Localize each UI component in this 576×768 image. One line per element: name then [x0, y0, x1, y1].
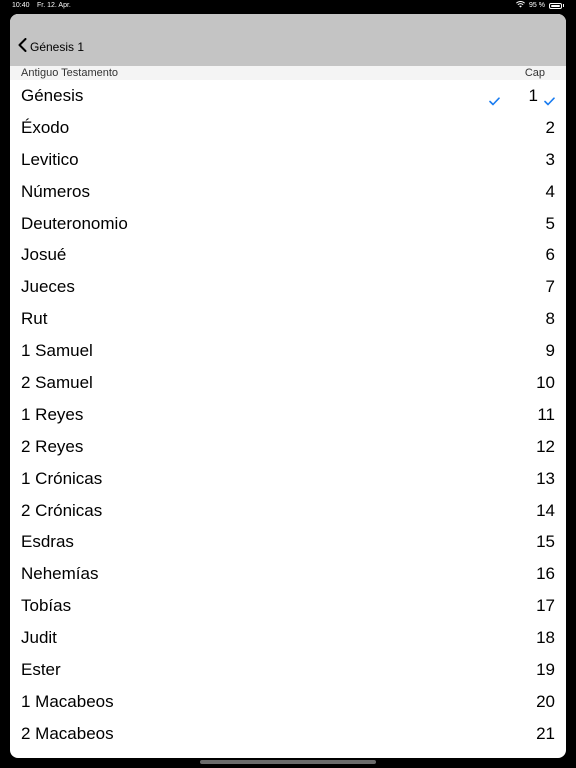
book-row[interactable]: 1 Crónicas 13	[10, 464, 566, 496]
book-name: Números	[21, 181, 90, 201]
section-title: Antiguo Testamento	[21, 67, 119, 79]
chapter-number[interactable]: 16	[536, 564, 555, 584]
chapter-number[interactable]: 13	[536, 469, 555, 489]
chapter-number[interactable]: 21	[536, 724, 555, 744]
book-row[interactable]: Tobías 17	[10, 591, 566, 623]
chapter-number[interactable]: 12	[536, 437, 555, 457]
chapter-number[interactable]: 10	[536, 373, 555, 393]
book-row[interactable]: 1 Macabeos 20	[10, 687, 566, 719]
status-indicators: 95 %	[516, 1, 564, 10]
back-button-label: Génesis 1	[30, 39, 85, 54]
book-name: 2 Macabeos	[21, 723, 114, 743]
chapter-number[interactable]: 19	[536, 660, 555, 680]
book-name: 1 Crónicas	[21, 468, 103, 488]
book-row[interactable]: Levitico 3	[10, 145, 566, 177]
chapter-number[interactable]: 8	[546, 309, 555, 329]
book-row[interactable]: Nehemías 16	[10, 559, 566, 591]
book-row[interactable]: Esdras 15	[10, 527, 566, 559]
chapter-number[interactable]: 3	[546, 150, 555, 170]
book-row[interactable]: Números 4	[10, 177, 566, 209]
chapter-number[interactable]: 9	[546, 341, 555, 361]
chapter-number[interactable]: 15	[536, 532, 555, 552]
status-date: Fr. 12. Apr.	[37, 2, 71, 9]
chapter-number[interactable]: 11	[537, 405, 555, 425]
book-name: 2 Reyes	[21, 436, 84, 456]
status-time: 10:40	[12, 2, 30, 9]
book-row[interactable]: Jueces 7	[10, 272, 566, 304]
chapter-number[interactable]: 17	[536, 596, 555, 616]
book-name: Rut	[21, 309, 48, 329]
book-name: Jueces	[21, 277, 75, 297]
book-name: Éxodo	[21, 117, 70, 137]
book-chapter-sheet: Génesis 1 Antiguo Testamento Cap Génesis…	[10, 14, 566, 758]
home-indicator	[200, 760, 376, 764]
chapter-number[interactable]: 4	[546, 182, 555, 202]
book-row[interactable]: 2 Macabeos 21	[10, 719, 566, 751]
chevron-left-icon	[18, 38, 30, 55]
battery-icon	[549, 2, 562, 9]
wifi-icon	[516, 1, 525, 10]
book-name: Ester	[21, 660, 61, 680]
book-name: Tobías	[21, 596, 72, 616]
battery-nub	[563, 4, 564, 7]
book-name: 1 Reyes	[21, 404, 84, 424]
book-row[interactable]: 2 Samuel 10	[10, 368, 566, 400]
navigation-bar: Génesis 1	[10, 14, 566, 67]
book-name: Judit	[21, 628, 57, 648]
book-name: 2 Samuel	[21, 373, 93, 393]
book-name: Levitico	[21, 149, 79, 169]
book-row[interactable]: 1 Reyes 11	[10, 400, 566, 432]
book-row[interactable]: Génesis 1	[10, 81, 566, 113]
checkmark-icon	[544, 91, 555, 111]
book-name: Esdras	[21, 532, 74, 552]
book-row[interactable]: Ester 19	[10, 655, 566, 687]
book-name: Josué	[21, 245, 67, 265]
book-name: 1 Samuel	[21, 341, 93, 361]
chapter-number[interactable]: 7	[546, 277, 555, 297]
chapter-number[interactable]: 18	[536, 628, 555, 648]
chapter-number[interactable]: 20	[536, 692, 555, 712]
section-header: Antiguo Testamento Cap	[10, 66, 566, 80]
book-name: 1 Macabeos	[21, 691, 114, 711]
checkmark-icon	[489, 91, 500, 111]
back-button[interactable]: Génesis 1	[18, 38, 84, 55]
book-name: Génesis	[21, 86, 84, 105]
chapter-column-header: Cap	[524, 67, 545, 79]
book-name: Deuteronomio	[21, 213, 128, 233]
book-list: Génesis 1 Éxodo 2 Levitico 3 Números 4 Deuterono…	[10, 81, 566, 751]
book-row[interactable]: Éxodo 2	[10, 113, 566, 145]
book-row[interactable]: Deuteronomio 5	[10, 209, 566, 241]
chapter-number[interactable]: 14	[536, 501, 555, 521]
book-row[interactable]: 1 Samuel 9	[10, 336, 566, 368]
chapter-number[interactable]: 2	[546, 118, 555, 138]
book-row[interactable]: Rut 8	[10, 304, 566, 336]
book-row[interactable]: 2 Crónicas 14	[10, 496, 566, 528]
chapter-number[interactable]: 5	[546, 214, 555, 234]
book-row[interactable]: 2 Reyes 12	[10, 432, 566, 464]
chapter-number[interactable]: 1	[529, 86, 538, 106]
book-name: Nehemías	[21, 564, 99, 584]
book-name: 2 Crónicas	[21, 500, 103, 520]
chapter-number[interactable]: 6	[546, 245, 555, 265]
battery-percent: 95 %	[529, 2, 545, 9]
book-row[interactable]: Judit 18	[10, 623, 566, 655]
status-bar: 10:40 Fr. 12. Apr. 95 %	[0, 0, 576, 12]
book-row[interactable]: Josué 6	[10, 240, 566, 272]
